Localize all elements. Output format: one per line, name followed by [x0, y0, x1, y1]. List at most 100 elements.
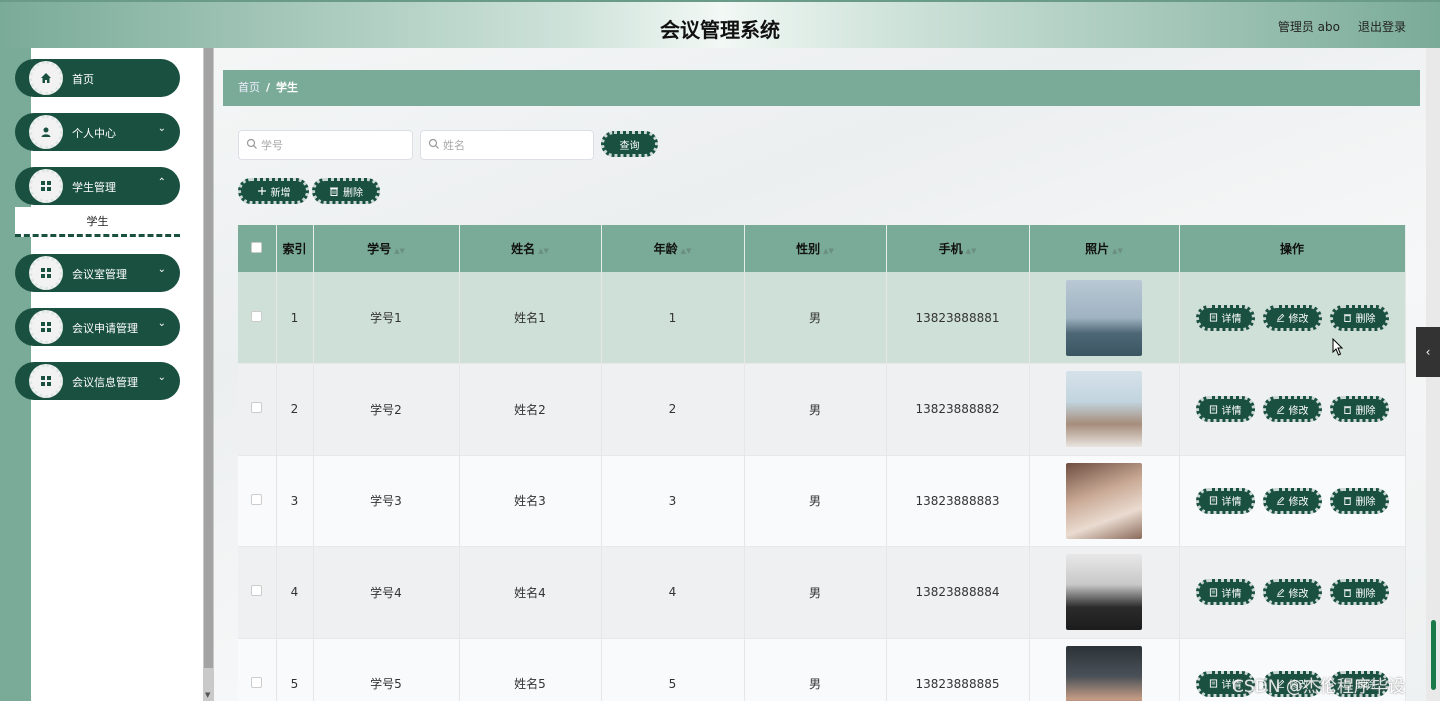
column-header-photo[interactable]: 照片 ▲▼	[1029, 225, 1180, 272]
sort-icon[interactable]: ▲▼	[394, 247, 405, 255]
cell-age: 4	[601, 546, 745, 639]
delete-button[interactable]: 删除	[1329, 304, 1389, 331]
student-photo[interactable]	[1066, 554, 1142, 631]
chevron-down-icon: ⌄	[157, 318, 166, 329]
sidebar-item-profile[interactable]: 个人中心 ⌄	[15, 113, 180, 151]
current-user: 管理员 abo	[1277, 20, 1340, 34]
edit-icon	[1276, 313, 1284, 322]
document-icon	[1209, 679, 1217, 688]
name-input[interactable]	[443, 135, 583, 155]
sort-icon[interactable]: ▲▼	[1112, 247, 1123, 255]
column-header-gender[interactable]: 性别 ▲▼	[744, 225, 887, 272]
delete-button[interactable]: 删除	[1329, 579, 1389, 606]
delete-button-label: 删除	[1355, 405, 1376, 417]
sidebar-scrollbar[interactable]: ▼	[203, 48, 214, 701]
row-select-cell[interactable]	[238, 638, 277, 701]
student-photo[interactable]	[1066, 645, 1142, 701]
cell-student-no: 学号4	[313, 546, 460, 639]
chevron-down-icon: ⌄	[157, 123, 166, 134]
grid-icon	[29, 169, 63, 203]
table-row[interactable]: 4 学号4 姓名4 4 男 13823888884 详情 修改 删除	[238, 546, 1406, 639]
edit-button[interactable]: 修改	[1262, 487, 1322, 514]
row-checkbox[interactable]	[251, 402, 263, 414]
sidebar-subitem-student[interactable]: 学生	[15, 207, 180, 237]
column-header-phone[interactable]: 手机 ▲▼	[886, 225, 1030, 272]
row-select-cell[interactable]	[238, 363, 277, 456]
column-header-label: 照片	[1085, 242, 1110, 256]
student-no-search[interactable]	[238, 130, 413, 160]
delete-button[interactable]: 删除	[1329, 487, 1389, 514]
student-no-input[interactable]	[261, 135, 401, 155]
detail-button[interactable]: 详情	[1195, 304, 1255, 331]
select-all-checkbox[interactable]	[251, 241, 263, 253]
cell-phone: 13823888884	[886, 546, 1030, 639]
sort-icon[interactable]: ▲▼	[966, 247, 977, 255]
cell-gender: 男	[744, 272, 887, 364]
detail-button[interactable]: 详情	[1195, 396, 1255, 423]
row-checkbox[interactable]	[251, 585, 263, 597]
query-button-label: 查询	[619, 140, 640, 152]
cell-student-no: 学号5	[313, 638, 460, 701]
mouse-cursor-icon	[1332, 338, 1344, 356]
column-header-name[interactable]: 姓名 ▲▼	[459, 225, 602, 272]
batch-delete-button[interactable]: 删除	[312, 178, 380, 204]
sidebar-item-label: 学生管理	[72, 181, 116, 194]
column-header-student-no[interactable]: 学号 ▲▼	[313, 225, 460, 272]
row-checkbox[interactable]	[251, 310, 263, 322]
breadcrumb: 首页 / 学生	[223, 70, 1420, 106]
edit-button[interactable]: 修改	[1262, 396, 1322, 423]
sidebar-item-home[interactable]: 首页	[15, 59, 180, 97]
edit-button[interactable]: 修改	[1262, 304, 1322, 331]
cell-gender: 男	[744, 455, 887, 547]
search-icon	[246, 138, 257, 149]
detail-button[interactable]: 详情	[1195, 487, 1255, 514]
sort-icon[interactable]: ▲▼	[538, 247, 549, 255]
breadcrumb-home[interactable]: 首页	[238, 81, 260, 94]
table-row[interactable]: 5 学号5 姓名5 5 男 13823888885 详情 修改 删除	[238, 638, 1406, 701]
add-button[interactable]: 新增	[238, 178, 309, 204]
column-header-label: 学号	[367, 242, 392, 256]
sidebar-item-meeting-rooms[interactable]: 会议室管理 ⌄	[15, 254, 180, 292]
cell-photo	[1029, 272, 1180, 364]
sort-icon[interactable]: ▲▼	[823, 247, 834, 255]
row-select-cell[interactable]	[238, 272, 277, 364]
row-select-cell[interactable]	[238, 546, 277, 639]
student-photo[interactable]	[1066, 279, 1142, 356]
sort-icon[interactable]: ▲▼	[681, 247, 692, 255]
cell-student-no: 学号2	[313, 363, 460, 456]
edit-button[interactable]: 修改	[1262, 579, 1322, 606]
sidebar-item-meeting-requests[interactable]: 会议申请管理 ⌄	[15, 308, 180, 346]
table-row[interactable]: 3 学号3 姓名3 3 男 13823888883 详情 修改 删除	[238, 455, 1406, 547]
cell-age: 5	[601, 638, 745, 701]
name-search[interactable]	[420, 130, 594, 160]
cell-name: 姓名5	[459, 638, 602, 701]
detail-button-label: 详情	[1221, 314, 1242, 325]
sidebar-item-students[interactable]: 学生管理 ⌃	[15, 167, 180, 205]
table-row[interactable]: 1 学号1 姓名1 1 男 13823888881 详情 修改 删除	[238, 272, 1406, 364]
detail-button-label: 详情	[1221, 497, 1242, 509]
column-header-label: 年龄	[653, 242, 678, 256]
delete-button[interactable]: 删除	[1329, 396, 1389, 423]
sidebar-item-meeting-info[interactable]: 会议信息管理 ⌄	[15, 362, 180, 400]
document-icon	[1209, 496, 1217, 505]
scrollbar-thumb[interactable]	[1431, 620, 1436, 690]
drawer-toggle[interactable]: ‹	[1416, 327, 1440, 377]
row-checkbox[interactable]	[251, 493, 263, 505]
scrollbar-thumb[interactable]	[204, 48, 213, 668]
select-all-header[interactable]	[238, 225, 277, 272]
student-photo[interactable]	[1066, 371, 1142, 448]
column-header-age[interactable]: 年龄 ▲▼	[601, 225, 745, 272]
student-photo[interactable]	[1066, 462, 1142, 539]
cell-ops: 详情 修改 删除	[1179, 272, 1406, 364]
edit-button-label: 修改	[1288, 497, 1309, 509]
chevron-down-icon: ⌄	[157, 264, 166, 275]
table-row[interactable]: 2 学号2 姓名2 2 男 13823888882 详情 修改 删除	[238, 363, 1406, 456]
scroll-down-icon[interactable]: ▼	[205, 691, 210, 699]
logout-link[interactable]: 退出登录	[1358, 18, 1406, 35]
cell-phone: 13823888881	[886, 272, 1030, 364]
breadcrumb-current: 学生	[276, 81, 299, 94]
row-checkbox[interactable]	[251, 676, 263, 688]
row-select-cell[interactable]	[238, 455, 277, 547]
query-button[interactable]: 查询	[601, 131, 658, 157]
detail-button[interactable]: 详情	[1195, 579, 1255, 606]
